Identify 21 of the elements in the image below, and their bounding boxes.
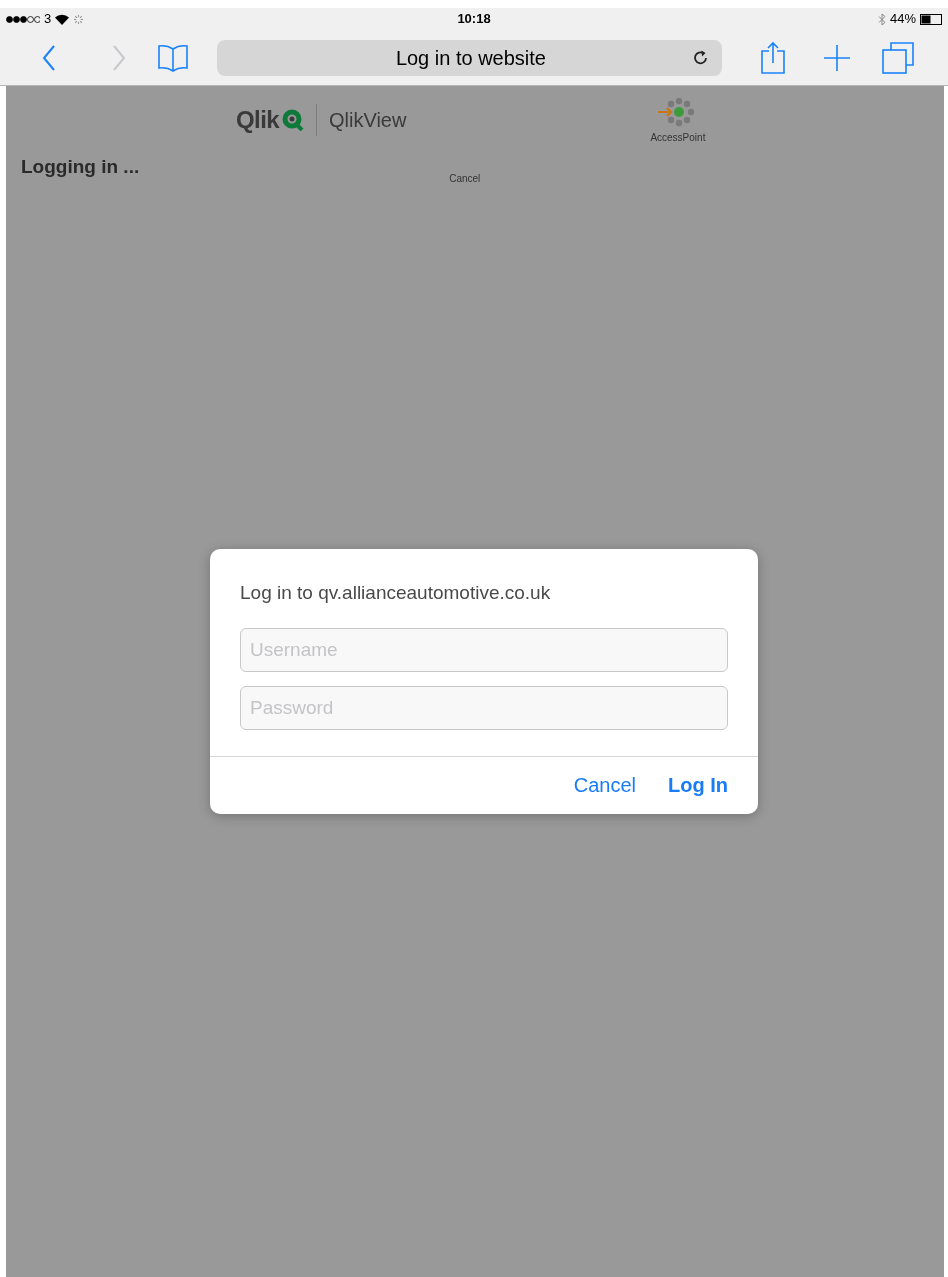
cancel-link[interactable]: Cancel (449, 171, 481, 186)
carrier-label: 3 (44, 10, 52, 29)
battery-icon (920, 13, 942, 25)
loading-spinner-icon (73, 13, 85, 25)
access-point-label: AccessPoint (650, 131, 706, 145)
qlikview-logo-text: QlikView (328, 108, 407, 133)
qlik-logo-text: Qlik (236, 105, 279, 135)
clock: 10:18 (456, 10, 492, 29)
dialog-title: Log in to qv.allianceautomotive.co.uk (240, 581, 552, 605)
bluetooth-icon (877, 12, 886, 26)
battery-percent: 44% (889, 10, 916, 29)
logo-ring-icon (281, 109, 304, 131)
new-tab-button[interactable] (822, 42, 852, 73)
back-button[interactable] (41, 43, 57, 72)
address-bar[interactable]: Log in to website (217, 39, 723, 76)
tabs-button[interactable] (881, 41, 914, 74)
page-heading: Logging in ... (21, 155, 140, 179)
cancel-button[interactable]: Cancel (573, 770, 636, 800)
signal-icon (6, 15, 40, 23)
log-in-button[interactable]: Log In (668, 770, 728, 800)
wifi-icon (55, 13, 70, 25)
